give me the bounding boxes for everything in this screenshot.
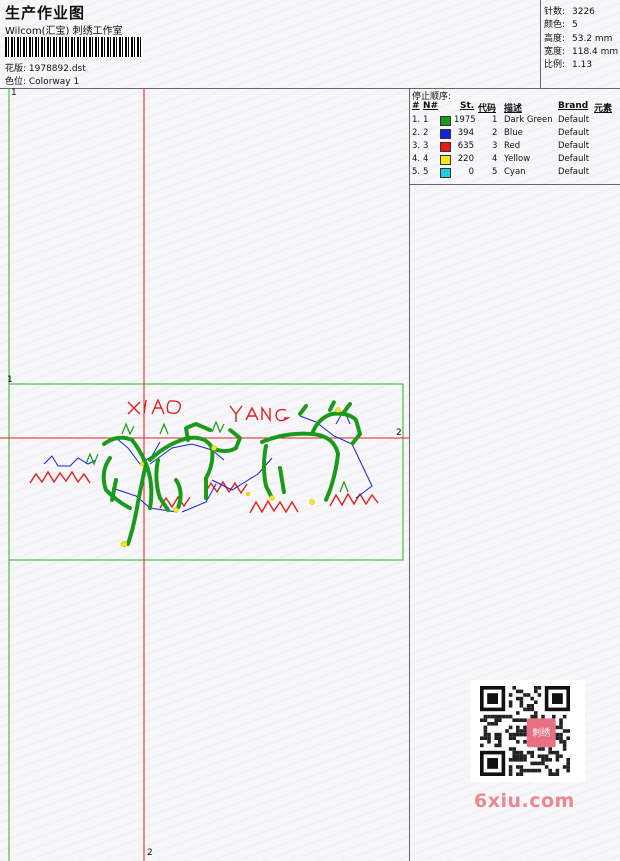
design-file-label: 花版: 1978892.dst <box>5 64 86 74</box>
row-needle: 1 <box>423 115 429 125</box>
color-swatch <box>440 142 451 152</box>
row-brand: Default <box>558 128 590 138</box>
embroidery-preview <box>0 88 409 861</box>
color-swatch <box>440 155 451 165</box>
row-needle: 4 <box>423 154 429 164</box>
qr-code: 刺绣 <box>470 680 585 782</box>
embroidered-text-graphic <box>127 398 291 423</box>
row-num: 3. <box>412 141 421 151</box>
row-code: 4 <box>492 154 498 164</box>
color-stop-row[interactable]: 5. 5 0 5 Cyan Default <box>410 167 620 180</box>
row-code: 3 <box>492 141 498 151</box>
axis-mark-top: 1 <box>11 88 17 98</box>
color-stop-panel: 停止顺序: # N# St. 代码 描述 Brand 元素 1. 1 1975 1 Da… <box>410 88 620 185</box>
color-swatch <box>440 129 451 139</box>
row-desc: Yellow <box>504 154 531 164</box>
row-code: 2 <box>492 128 498 138</box>
watermark: 6xiu.com <box>474 790 575 812</box>
stat-stitches: 针数: 3226 <box>544 7 595 17</box>
page-title: 生产作业图 <box>5 4 86 22</box>
row-num: 4. <box>412 154 421 164</box>
stat-width: 宽度: 118.4 mm <box>544 47 619 57</box>
goat-figures <box>101 400 363 546</box>
color-swatch <box>440 116 451 126</box>
row-brand: Default <box>558 167 590 177</box>
color-stop-row[interactable]: 3. 3 635 3 Red Default <box>410 141 620 154</box>
row-num: 2. <box>412 128 421 138</box>
row-brand: Default <box>558 141 590 151</box>
grass-left <box>29 470 91 484</box>
col-head-stitches: St. <box>460 101 475 111</box>
design-canvas[interactable]: 1 1 2 2 <box>0 88 410 861</box>
qr-badge-text: 刺绣 <box>532 727 550 739</box>
axis-mark-right: 2 <box>396 428 402 438</box>
axis-mark-bottom: 2 <box>147 848 153 858</box>
col-head-code: 代码 <box>478 104 497 114</box>
color-stop-row[interactable]: 1. 1 1975 1 Dark Green Default <box>410 115 620 128</box>
grass-far-right <box>329 492 379 507</box>
row-stitches: 0 <box>468 167 474 177</box>
row-brand: Default <box>558 154 590 164</box>
stats-panel: 针数: 3226 颜色: 5 高度: 53.2 mm 宽度: 118.4 mm 比例: 1… <box>540 0 620 89</box>
col-head-no: N# <box>423 101 439 111</box>
stat-colors: 颜色: 5 <box>544 20 578 30</box>
company-name: Wilcom(汇宝) 刺绣工作室 <box>5 26 123 37</box>
row-needle: 3 <box>423 141 429 151</box>
color-stop-row[interactable]: 4. 4 220 4 Yellow Default <box>410 154 620 167</box>
row-desc: Blue <box>504 128 523 138</box>
axis-mark-left: 1 <box>7 375 13 385</box>
row-needle: 5 <box>423 167 429 177</box>
color-stop-row[interactable]: 2. 2 394 2 Blue Default <box>410 128 620 141</box>
color-swatch <box>440 168 451 178</box>
header: 生产作业图 Wilcom(汇宝) 刺绣工作室 花版: 1978892.dst 色… <box>0 0 540 89</box>
row-desc: Dark Green <box>504 115 553 125</box>
row-stitches: 220 <box>457 154 474 164</box>
stat-height: 高度: 53.2 mm <box>544 34 613 44</box>
row-code: 1 <box>492 115 498 125</box>
row-stitches: 1975 <box>454 115 476 125</box>
production-sheet: 生产作业图 Wilcom(汇宝) 刺绣工作室 花版: 1978892.dst 色… <box>0 0 620 861</box>
colorway-label: 色位: Colorway 1 <box>5 77 80 87</box>
row-desc: Cyan <box>504 167 526 177</box>
stat-scale: 比例: 1.13 <box>544 60 593 70</box>
row-stitches: 635 <box>457 141 474 151</box>
grass-right <box>249 499 299 514</box>
col-head-desc: 描述 <box>504 104 523 114</box>
row-desc: Red <box>504 141 521 151</box>
col-head-element: 元素 <box>594 104 613 114</box>
row-num: 5. <box>412 167 421 177</box>
row-num: 1. <box>412 115 421 125</box>
row-code: 5 <box>492 167 498 177</box>
col-head-brand: Brand <box>558 101 589 111</box>
qr-code-graphic: 刺绣 <box>480 686 570 776</box>
row-needle: 2 <box>423 128 429 138</box>
barcode <box>5 37 143 57</box>
col-head-num: # <box>412 101 420 111</box>
row-stitches: 394 <box>457 128 474 138</box>
row-brand: Default <box>558 115 590 125</box>
